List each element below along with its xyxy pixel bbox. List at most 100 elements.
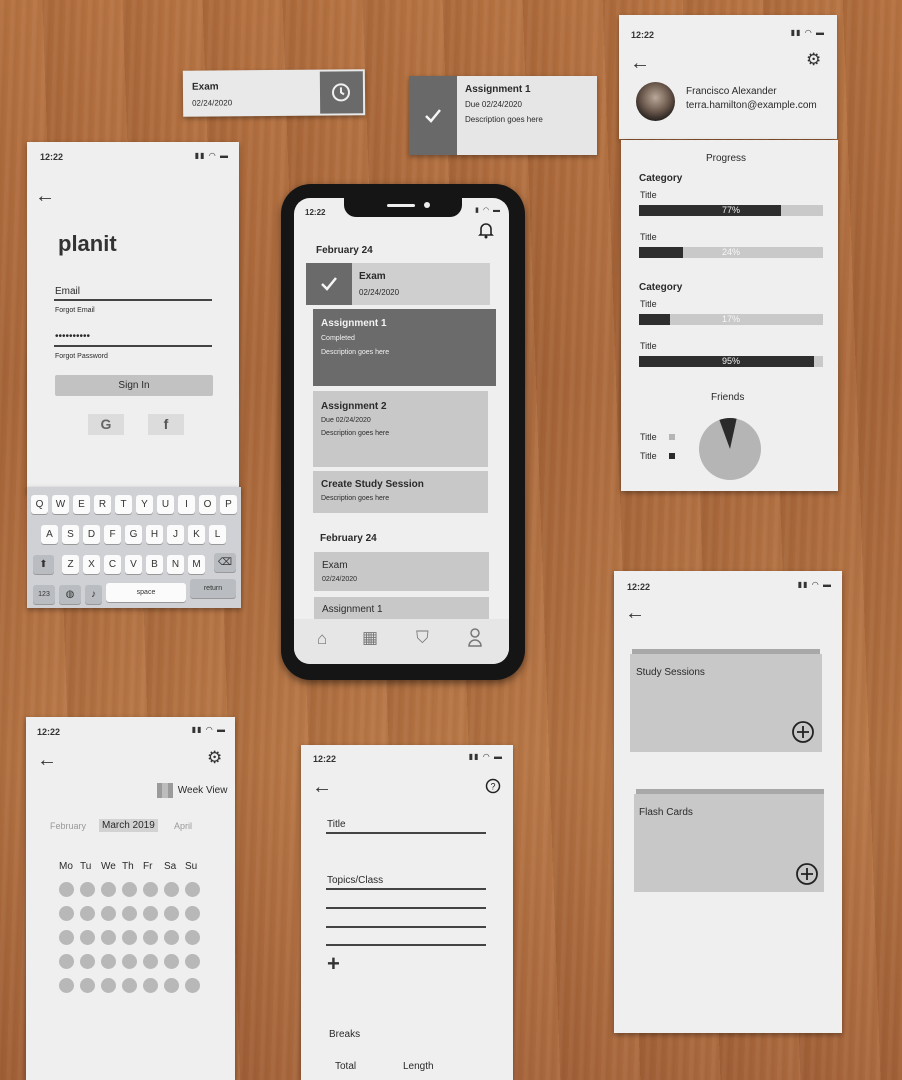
back-arrow-icon[interactable]: ← bbox=[312, 777, 332, 797]
week-view-toggle[interactable]: Week View bbox=[154, 783, 227, 798]
topics-field[interactable] bbox=[326, 888, 486, 890]
email-field[interactable] bbox=[54, 299, 212, 301]
key-p[interactable]: P bbox=[220, 495, 237, 514]
forgot-password-link[interactable]: Forgot Password bbox=[55, 353, 108, 360]
back-arrow-icon[interactable]: ← bbox=[630, 53, 650, 73]
key-o[interactable]: O bbox=[199, 495, 216, 514]
flash-cards-card[interactable]: Flash Cards bbox=[634, 794, 824, 892]
facebook-button[interactable]: f bbox=[148, 414, 184, 435]
calendar-day[interactable] bbox=[101, 930, 116, 945]
assignment-1-card[interactable]: Assignment 1 Completed Description goes … bbox=[313, 309, 496, 386]
google-button[interactable]: G bbox=[88, 414, 124, 435]
calendar-day[interactable] bbox=[101, 906, 116, 921]
assignment-2-card[interactable]: Assignment 2 Due 02/24/2020 Description … bbox=[313, 391, 488, 467]
exam-check-box[interactable] bbox=[306, 263, 352, 305]
calendar-day[interactable] bbox=[122, 954, 137, 969]
month-current[interactable]: March 2019 bbox=[99, 819, 158, 832]
key-j[interactable]: J bbox=[167, 525, 184, 544]
key-t[interactable]: T bbox=[115, 495, 132, 514]
key-k[interactable]: K bbox=[188, 525, 205, 544]
calendar-day[interactable] bbox=[59, 882, 74, 897]
key-b[interactable]: B bbox=[146, 555, 163, 574]
key-e[interactable]: E bbox=[73, 495, 90, 514]
title-field[interactable] bbox=[326, 832, 486, 834]
back-arrow-icon[interactable]: ← bbox=[625, 603, 645, 623]
back-arrow-icon[interactable]: ← bbox=[37, 750, 57, 770]
exam-snippet[interactable]: Exam 02/24/2020 bbox=[182, 69, 366, 117]
mic-key[interactable]: ♪ bbox=[85, 585, 102, 604]
calendar-day[interactable] bbox=[164, 906, 179, 921]
exam-2-card[interactable]: Exam 02/24/2020 bbox=[314, 552, 489, 591]
add-flashcard-icon[interactable] bbox=[795, 862, 819, 886]
calendar-day[interactable] bbox=[143, 930, 158, 945]
calendar-day[interactable] bbox=[59, 930, 74, 945]
shift-key[interactable]: ⬆ bbox=[33, 555, 54, 574]
numbers-key[interactable]: 123 bbox=[33, 585, 55, 604]
back-arrow-icon[interactable]: ← bbox=[35, 186, 55, 206]
topics-line-4[interactable] bbox=[326, 944, 486, 946]
calendar-day[interactable] bbox=[185, 906, 200, 921]
key-f[interactable]: F bbox=[104, 525, 121, 544]
month-prev[interactable]: February bbox=[50, 821, 86, 831]
calendar-day[interactable] bbox=[185, 954, 200, 969]
topics-line-3[interactable] bbox=[326, 926, 486, 928]
calendar-day[interactable] bbox=[164, 930, 179, 945]
home-icon[interactable]: ⌂ bbox=[317, 629, 327, 649]
key-y[interactable]: Y bbox=[136, 495, 153, 514]
calendar-day[interactable] bbox=[143, 978, 158, 993]
calendar-day[interactable] bbox=[143, 954, 158, 969]
key-z[interactable]: Z bbox=[62, 555, 79, 574]
sign-in-button[interactable]: Sign In bbox=[55, 375, 213, 396]
calendar-day[interactable] bbox=[122, 978, 137, 993]
globe-key[interactable]: ◍ bbox=[59, 585, 81, 604]
forgot-email-link[interactable]: Forgot Email bbox=[55, 307, 95, 314]
calendar-day[interactable] bbox=[101, 978, 116, 993]
add-topic-icon[interactable]: + bbox=[327, 951, 340, 977]
key-d[interactable]: D bbox=[83, 525, 100, 544]
key-s[interactable]: S bbox=[62, 525, 79, 544]
calendar-day[interactable] bbox=[122, 930, 137, 945]
calendar-day[interactable] bbox=[80, 978, 95, 993]
return-key[interactable]: return bbox=[190, 579, 236, 598]
key-n[interactable]: N bbox=[167, 555, 184, 574]
calendar-day[interactable] bbox=[164, 978, 179, 993]
calendar-day[interactable] bbox=[101, 954, 116, 969]
profile-icon[interactable] bbox=[467, 627, 483, 647]
calendar-day[interactable] bbox=[80, 954, 95, 969]
calendar-day[interactable] bbox=[101, 882, 116, 897]
calendar-day[interactable] bbox=[143, 882, 158, 897]
calendar-icon[interactable]: ▦ bbox=[362, 628, 378, 648]
gear-icon[interactable]: ⚙ bbox=[806, 50, 821, 70]
calendar-day[interactable] bbox=[185, 978, 200, 993]
study-sessions-card[interactable]: Study Sessions bbox=[630, 654, 822, 752]
month-next[interactable]: April bbox=[174, 821, 192, 831]
key-x[interactable]: X bbox=[83, 555, 100, 574]
calendar-day[interactable] bbox=[185, 930, 200, 945]
calendar-day[interactable] bbox=[122, 906, 137, 921]
key-v[interactable]: V bbox=[125, 555, 142, 574]
key-u[interactable]: U bbox=[157, 495, 174, 514]
calendar-day[interactable] bbox=[80, 882, 95, 897]
calendar-day[interactable] bbox=[80, 906, 95, 921]
clock-icon-box[interactable] bbox=[319, 71, 364, 114]
space-key[interactable]: space bbox=[106, 583, 186, 602]
calendar-day[interactable] bbox=[59, 906, 74, 921]
key-q[interactable]: Q bbox=[31, 495, 48, 514]
add-session-icon[interactable] bbox=[791, 720, 815, 744]
calendar-day[interactable] bbox=[185, 882, 200, 897]
calendar-day[interactable] bbox=[80, 930, 95, 945]
key-g[interactable]: G bbox=[125, 525, 142, 544]
key-l[interactable]: L bbox=[209, 525, 226, 544]
key-m[interactable]: M bbox=[188, 555, 205, 574]
assignment-snippet[interactable]: Assignment 1 Due 02/24/2020 Description … bbox=[409, 76, 597, 155]
topics-line-2[interactable] bbox=[326, 907, 486, 909]
key-r[interactable]: R bbox=[94, 495, 111, 514]
calendar-day[interactable] bbox=[59, 954, 74, 969]
check-box[interactable] bbox=[409, 76, 457, 155]
key-a[interactable]: A bbox=[41, 525, 58, 544]
calendar-day[interactable] bbox=[164, 882, 179, 897]
delete-key[interactable]: ⌫ bbox=[214, 553, 236, 572]
study-session-card[interactable]: Create Study Session Description goes he… bbox=[313, 471, 488, 513]
exam-card[interactable]: Exam 02/24/2020 bbox=[306, 263, 490, 305]
calendar-day[interactable] bbox=[164, 954, 179, 969]
